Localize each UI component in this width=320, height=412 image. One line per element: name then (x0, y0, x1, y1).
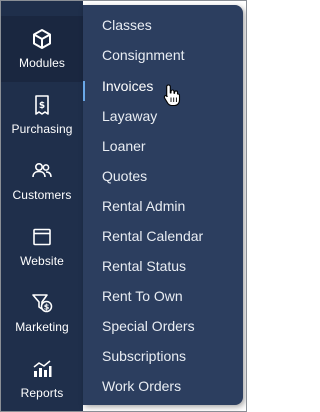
menu-item-rent-to-own[interactable]: Rent To Own (102, 286, 183, 306)
sidebar-item-label: Customers (12, 188, 72, 202)
sidebar-item-website[interactable]: Website (1, 214, 83, 280)
menu-item-classes[interactable]: Classes (102, 15, 152, 35)
menu-item-rental-admin[interactable]: Rental Admin (102, 196, 185, 216)
sidebar-item-label: Modules (18, 56, 66, 70)
hand-pointer-cursor-icon (163, 84, 181, 107)
hover-indicator (83, 81, 85, 101)
svg-text:$: $ (44, 303, 50, 312)
receipt-icon: $ (31, 94, 53, 116)
menu-item-rental-calendar[interactable]: Rental Calendar (102, 226, 203, 246)
funnel-dollar-icon: $ (31, 292, 53, 314)
sidebar-item-reports[interactable]: Reports (1, 346, 83, 411)
sidebar: Modules $ Purchasing Customers Website $… (1, 1, 83, 411)
sidebar-item-modules[interactable]: Modules (1, 16, 83, 82)
menu-item-consignment[interactable]: Consignment (102, 45, 185, 65)
sidebar-item-label: Purchasing (11, 122, 73, 136)
sidebar-item-customers[interactable]: Customers (1, 148, 83, 214)
app-frame: Modules $ Purchasing Customers Website $… (0, 0, 247, 412)
modules-flyout-menu: Classes Consignment Invoices Layaway Loa… (83, 5, 243, 405)
svg-text:$: $ (39, 101, 45, 111)
cube-icon (31, 28, 53, 50)
browser-window-icon (31, 226, 53, 248)
sidebar-item-label: Website (20, 254, 64, 268)
menu-item-layaway[interactable]: Layaway (102, 106, 157, 126)
menu-item-rental-status[interactable]: Rental Status (102, 256, 186, 276)
menu-item-subscriptions[interactable]: Subscriptions (102, 346, 186, 366)
menu-item-invoices[interactable]: Invoices (102, 76, 153, 96)
sidebar-item-purchasing[interactable]: $ Purchasing (1, 82, 83, 148)
menu-item-special-orders[interactable]: Special Orders (102, 316, 195, 336)
sidebar-item-marketing[interactable]: $ Marketing (1, 280, 83, 346)
bar-chart-icon (31, 358, 53, 380)
sidebar-item-label: Marketing (15, 320, 69, 334)
menu-item-loaner[interactable]: Loaner (102, 136, 146, 156)
users-icon (31, 160, 53, 182)
sidebar-item-label: Reports (20, 386, 64, 400)
menu-item-work-orders[interactable]: Work Orders (102, 376, 181, 396)
menu-item-quotes[interactable]: Quotes (102, 166, 147, 186)
